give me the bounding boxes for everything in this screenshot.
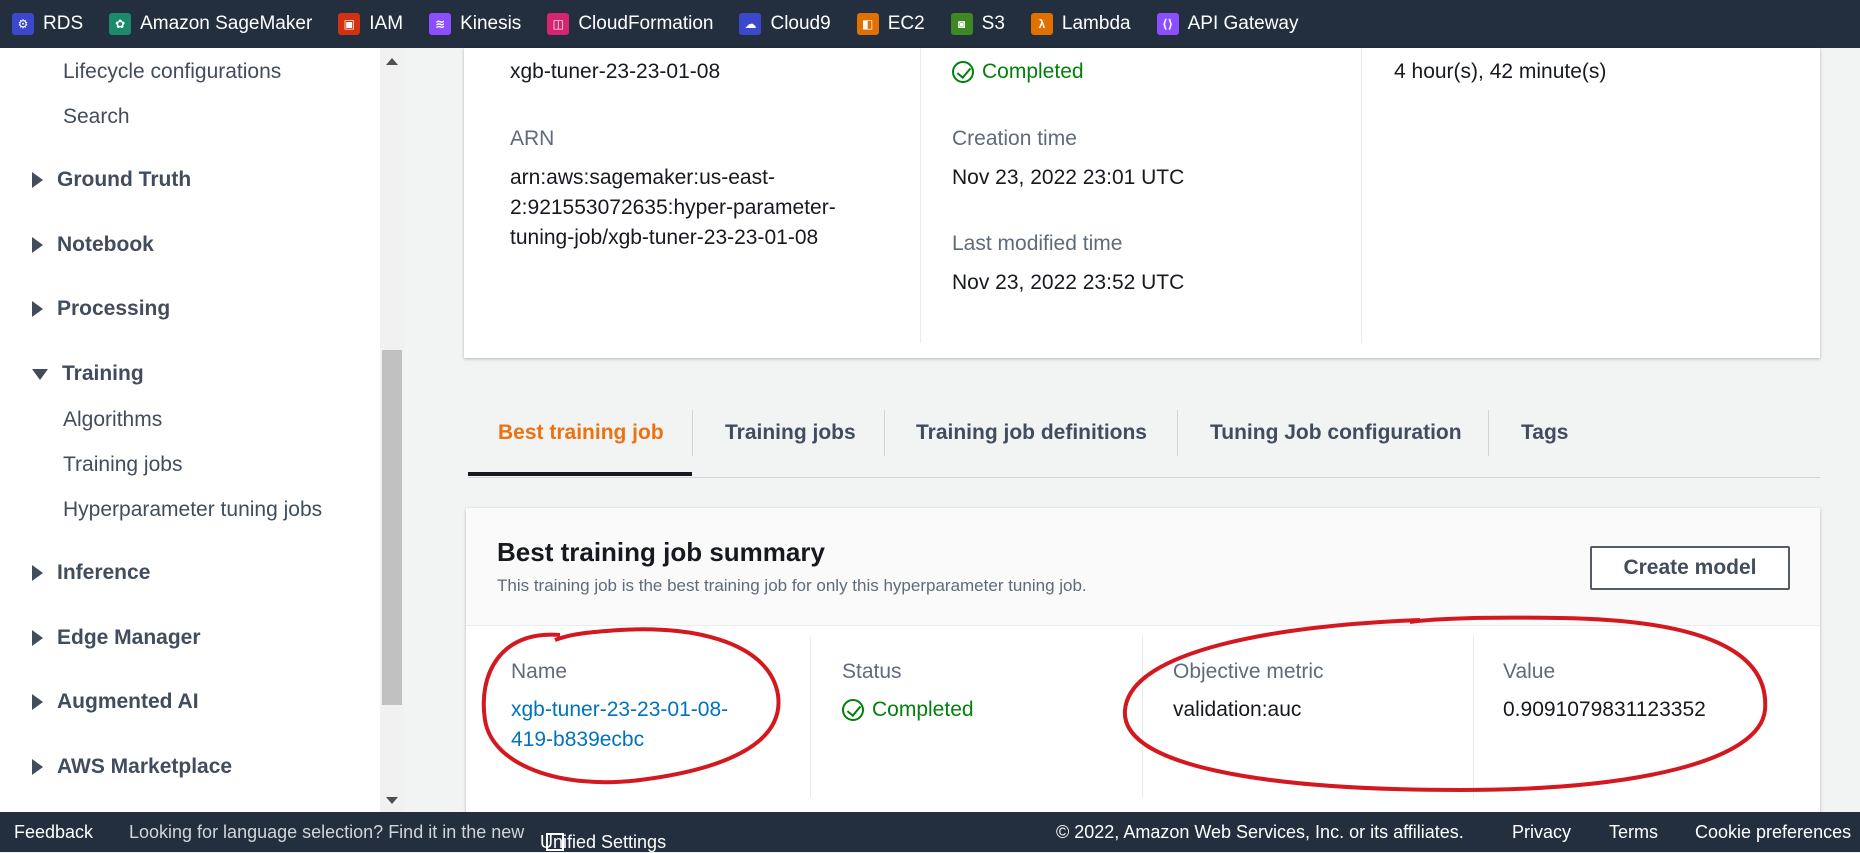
sagemaker-icon: ✿ xyxy=(109,13,132,35)
best-job-status: Completed xyxy=(842,698,974,722)
copyright-text: © 2022, Amazon Web Services, Inc. or its… xyxy=(1056,822,1464,842)
caret-right-icon xyxy=(32,759,43,775)
iam-icon: ▣ xyxy=(338,13,361,35)
column-divider xyxy=(1361,48,1362,343)
column-divider xyxy=(1142,636,1143,798)
tab-divider xyxy=(1177,410,1178,456)
caret-right-icon xyxy=(32,301,43,317)
sidebar-section-augmented-ai[interactable]: Augmented AI xyxy=(32,690,199,714)
tab-divider xyxy=(884,410,885,456)
favorite-cloud9[interactable]: ☁ Cloud9 xyxy=(739,13,831,35)
caret-right-icon xyxy=(32,172,43,188)
scroll-down-icon[interactable] xyxy=(386,797,398,804)
sidebar-scrollbar-thumb[interactable] xyxy=(382,350,402,705)
last-modified-value: Nov 23, 2022 23:52 UTC xyxy=(952,271,1185,294)
objective-metric-label: Objective metric xyxy=(1173,660,1324,683)
feedback-link[interactable]: Feedback xyxy=(14,822,93,843)
sidebar-item-search[interactable]: Search xyxy=(63,105,130,129)
terms-link[interactable]: Terms xyxy=(1609,822,1658,843)
ec2-icon: ◧ xyxy=(856,13,879,35)
best-job-name-link-line1[interactable]: xgb-tuner-23-23-01-08- xyxy=(511,695,728,725)
sidebar-section-aws-marketplace[interactable]: AWS Marketplace xyxy=(32,755,232,779)
sidebar-section-edge-manager[interactable]: Edge Manager xyxy=(32,626,201,650)
best-job-status-label: Status xyxy=(842,660,902,683)
tab-divider xyxy=(692,410,693,456)
column-divider xyxy=(810,636,811,798)
favorite-sagemaker[interactable]: ✿ Amazon SageMaker xyxy=(109,13,312,35)
console-footer: Feedback Looking for language selection?… xyxy=(0,812,1860,852)
favorite-rds[interactable]: ⚙ RDS xyxy=(12,13,83,35)
metric-value-value: 0.9091079831123352 xyxy=(1503,698,1706,721)
s3-icon: ◙ xyxy=(950,13,973,35)
summary-description: This training job is the best training j… xyxy=(497,576,1087,595)
duration-value: 4 hour(s), 42 minute(s) xyxy=(1394,60,1607,83)
create-model-button[interactable]: Create model xyxy=(1590,546,1790,590)
sidebar-section-training[interactable]: Training xyxy=(32,362,144,386)
language-selection-text: Looking for language selection? Find it … xyxy=(129,822,525,842)
best-job-name-label: Name xyxy=(511,660,568,683)
favorite-api-gateway[interactable]: ⟨⟩ API Gateway xyxy=(1156,13,1298,35)
sidebar-section-ground-truth[interactable]: Ground Truth xyxy=(32,168,191,192)
kinesis-icon: ≋ xyxy=(429,13,452,35)
sidebar-section-processing[interactable]: Processing xyxy=(32,297,170,321)
api-gateway-icon: ⟨⟩ xyxy=(1156,13,1179,35)
external-link-icon xyxy=(546,833,564,851)
arn-label: ARN xyxy=(510,127,555,150)
caret-right-icon xyxy=(32,237,43,253)
check-circle-icon xyxy=(842,699,864,721)
tab-training-jobs[interactable]: Training jobs xyxy=(725,398,856,468)
unified-settings-link[interactable]: Unified Settings xyxy=(540,822,666,852)
best-job-name-link-line2[interactable]: 419-b839ecbc xyxy=(511,725,644,755)
metric-value-label: Value xyxy=(1503,660,1556,683)
cloud9-icon: ☁ xyxy=(739,13,762,35)
check-circle-icon xyxy=(952,61,974,83)
sidebar-section-inference[interactable]: Inference xyxy=(32,561,150,585)
sidebar-item-hyperparameter-tuning-jobs[interactable]: Hyperparameter tuning jobs xyxy=(63,498,322,522)
favorites-bar: ⚙ RDS ✿ Amazon SageMaker ▣ IAM ≋ Kinesis ◫ Cl… xyxy=(0,0,1860,48)
scroll-up-icon[interactable] xyxy=(386,58,398,65)
tab-divider xyxy=(1488,410,1489,456)
objective-metric-value: validation:auc xyxy=(1173,698,1302,721)
active-tab-indicator xyxy=(468,472,692,476)
cookie-preferences-link[interactable]: Cookie preferences xyxy=(1695,822,1851,843)
sidebar-item-training-jobs[interactable]: Training jobs xyxy=(63,453,182,477)
favorite-iam[interactable]: ▣ IAM xyxy=(338,13,403,35)
arn-value-line2: 2:921553072635:hyper-parameter- xyxy=(510,196,836,219)
lambda-icon: λ xyxy=(1030,13,1053,35)
cloudformation-icon: ◫ xyxy=(547,13,570,35)
tab-training-job-definitions[interactable]: Training job definitions xyxy=(916,398,1147,468)
sidebar-item-lifecycle-configurations[interactable]: Lifecycle configurations xyxy=(63,60,281,84)
caret-right-icon xyxy=(32,565,43,581)
creation-time-label: Creation time xyxy=(952,127,1077,150)
arn-value-line1: arn:aws:sagemaker:us-east- xyxy=(510,166,775,189)
favorite-s3[interactable]: ◙ S3 xyxy=(950,13,1005,35)
sidebar-nav: Lifecycle configurations Search Ground T… xyxy=(0,48,380,812)
privacy-link[interactable]: Privacy xyxy=(1512,822,1571,843)
column-divider xyxy=(920,48,921,343)
favorite-lambda[interactable]: λ Lambda xyxy=(1030,13,1131,35)
last-modified-label: Last modified time xyxy=(952,232,1123,255)
summary-title: Best training job summary xyxy=(497,537,825,567)
tab-tuning-job-configuration[interactable]: Tuning Job configuration xyxy=(1210,398,1462,468)
tab-tags[interactable]: Tags xyxy=(1521,398,1568,468)
job-name-value: xgb-tuner-23-23-01-08 xyxy=(510,60,721,83)
tab-best-training-job[interactable]: Best training job xyxy=(498,398,664,468)
job-status: Completed xyxy=(952,60,1084,84)
caret-right-icon xyxy=(32,630,43,646)
favorite-ec2[interactable]: ◧ EC2 xyxy=(856,13,925,35)
favorite-cloudformation[interactable]: ◫ CloudFormation xyxy=(547,13,713,35)
creation-time-value: Nov 23, 2022 23:01 UTC xyxy=(952,166,1185,189)
favorite-kinesis[interactable]: ≋ Kinesis xyxy=(429,13,521,35)
caret-down-icon xyxy=(32,368,48,380)
rds-icon: ⚙ xyxy=(12,13,34,35)
column-divider xyxy=(1473,636,1474,798)
sidebar-section-notebook[interactable]: Notebook xyxy=(32,233,154,257)
sidebar-item-algorithms[interactable]: Algorithms xyxy=(63,408,162,432)
caret-right-icon xyxy=(32,694,43,710)
arn-value-line3: tuning-job/xgb-tuner-23-23-01-08 xyxy=(510,226,819,249)
